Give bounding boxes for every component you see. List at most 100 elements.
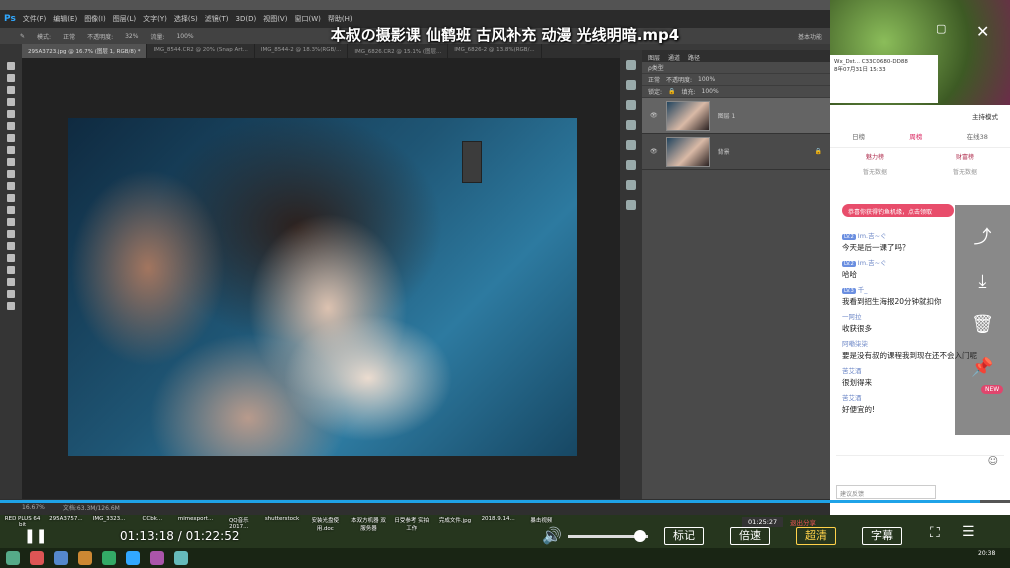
eraser-tool-icon[interactable] (7, 182, 15, 190)
dodge-tool-icon[interactable] (7, 218, 15, 226)
layer-item[interactable]: 👁 背景 🔒 (642, 134, 830, 170)
share-icon[interactable]: ⤴ (974, 223, 992, 249)
move-tool-icon[interactable] (7, 62, 15, 70)
desktop-icon-label[interactable]: 本双方机器 双服务器 (350, 516, 387, 548)
exit-share-button[interactable]: 退出分享 (790, 517, 816, 527)
fullscreen-icon[interactable]: ⛶ (930, 525, 940, 541)
menu-item[interactable]: 3D(D) (236, 15, 257, 23)
desktop-icon-label[interactable]: 295A3757... (47, 516, 84, 548)
marquee-tool-icon[interactable] (7, 74, 15, 82)
desktop-icon-label[interactable]: 2018.9.14... (480, 516, 517, 548)
chat-user[interactable]: Im.吉~ぐ (858, 232, 887, 240)
tab-paths[interactable]: 路径 (688, 53, 700, 62)
gradient-tool-icon[interactable] (7, 194, 15, 202)
tab-daily[interactable]: 日榜 (852, 131, 865, 141)
trash-icon[interactable]: 🗑 (971, 314, 994, 335)
menu-item[interactable]: 窗口(W) (294, 14, 320, 24)
quick-select-tool-icon[interactable] (7, 98, 15, 106)
blend-select[interactable]: 正常 (648, 75, 660, 84)
close-icon[interactable]: ✕ (976, 22, 989, 41)
eyedropper-tool-icon[interactable] (7, 122, 15, 130)
opacity-value[interactable]: 32% (125, 33, 138, 40)
color-icon[interactable] (626, 180, 636, 190)
history-brush-tool-icon[interactable] (7, 170, 15, 178)
doc-tab[interactable]: IMG_8544-2 @ 18.3%(RGB/... (255, 44, 349, 58)
glyphs-icon[interactable] (626, 160, 636, 170)
menu-item[interactable]: 选择(S) (174, 14, 198, 24)
volume-icon[interactable]: 🔊 (542, 526, 562, 545)
canvas-photo[interactable] (68, 118, 577, 456)
type-tool-icon[interactable] (7, 242, 15, 250)
play-icon[interactable] (626, 140, 636, 150)
menu-item[interactable]: 视图(V) (263, 14, 287, 24)
healing-tool-icon[interactable] (7, 134, 15, 142)
menu-item[interactable]: 滤镜(T) (205, 14, 229, 24)
desktop-icon-label[interactable]: 完成文件.jpg (436, 516, 473, 548)
app-icon[interactable] (102, 551, 116, 565)
photoshop-taskbar-icon[interactable] (126, 551, 140, 565)
brush-icon[interactable]: ✎ (20, 33, 25, 40)
app-icon[interactable] (6, 551, 20, 565)
hand-tool-icon[interactable] (7, 278, 15, 286)
subtitle-button[interactable]: 字幕 (862, 527, 902, 545)
menu-item[interactable]: 文字(Y) (143, 14, 167, 24)
menu-item[interactable]: 文件(F) (23, 14, 47, 24)
pause-icon[interactable]: ❚❚ (24, 528, 47, 544)
mark-button[interactable]: 标记 (664, 527, 704, 545)
tab-layers[interactable]: 图层 (648, 53, 660, 62)
visibility-eye-icon[interactable]: 👁 (650, 148, 658, 155)
doc-tab[interactable]: IMG_8544.CR2 @ 20% (Snap Art... (147, 44, 255, 58)
filter-select[interactable]: ρ类型 (648, 63, 664, 72)
download-icon[interactable]: ⤓ (979, 271, 987, 292)
layer-item[interactable]: 👁 图层 1 (642, 98, 830, 134)
fill-value[interactable]: 100% (702, 88, 719, 95)
desktop-icon-label[interactable]: shutterstock (263, 516, 300, 548)
app-icon[interactable] (54, 551, 68, 565)
brush-tool-icon[interactable] (7, 146, 15, 154)
quality-button[interactable]: 超清 (796, 527, 836, 545)
layer-opacity-value[interactable]: 100% (698, 76, 715, 83)
visibility-eye-icon[interactable]: 👁 (650, 112, 658, 119)
actions-icon[interactable] (626, 80, 636, 90)
tab-online[interactable]: 在线38 (967, 131, 988, 141)
promo-banner[interactable]: 恭喜你获得钓鱼机缘，点击领取 (842, 204, 954, 217)
menu-item[interactable]: 编辑(E) (53, 14, 77, 24)
chat-input[interactable]: ☺ (836, 455, 1004, 471)
lock-icon[interactable]: 🔒 (668, 88, 675, 95)
speed-button[interactable]: 倍速 (730, 527, 770, 545)
emoji-icon[interactable]: ☺ (988, 456, 998, 467)
properties-icon[interactable] (626, 100, 636, 110)
pen-tool-icon[interactable] (7, 230, 15, 238)
chat-user[interactable]: 千_ (858, 286, 868, 294)
mode-select[interactable]: 正常 (63, 32, 75, 41)
path-select-tool-icon[interactable] (7, 254, 15, 262)
menu-item[interactable]: 图层(L) (113, 14, 136, 24)
app-icon[interactable] (150, 551, 164, 565)
shape-tool-icon[interactable] (7, 266, 15, 274)
floating-panel[interactable] (462, 141, 482, 183)
history-icon[interactable] (626, 60, 636, 70)
menu-item[interactable]: 帮助(H) (328, 14, 353, 24)
pin-icon[interactable]: 📌 (971, 357, 993, 378)
blur-tool-icon[interactable] (7, 206, 15, 214)
flow-value[interactable]: 100% (176, 33, 193, 40)
chat-user[interactable]: Im.吉~ぐ (858, 259, 887, 267)
doc-tab[interactable]: IMG_6826-2 @ 13.8%(RGB/... (448, 44, 542, 58)
app-icon[interactable] (30, 551, 44, 565)
app-icon[interactable] (78, 551, 92, 565)
swatches-icon[interactable] (626, 200, 636, 210)
doc-tab[interactable]: IMG_6826.CR2 @ 15.1% (图层... (348, 44, 449, 58)
host-mode-label[interactable]: 主持模式 (830, 105, 1010, 125)
restore-icon[interactable]: ▢ (936, 22, 946, 35)
desktop-icon-label[interactable]: 日受参考 实拍工作 (393, 516, 430, 548)
color-swatch-icon[interactable] (7, 302, 15, 310)
paragraph-icon[interactable] (626, 120, 636, 130)
stamp-tool-icon[interactable] (7, 158, 15, 166)
menu-item[interactable]: 图像(I) (84, 14, 106, 24)
suggest-feedback[interactable]: 建议反馈 (836, 485, 936, 499)
volume-knob[interactable] (634, 530, 646, 542)
app-icon[interactable] (174, 551, 188, 565)
tab-channels[interactable]: 通道 (668, 53, 680, 62)
zoom-tool-icon[interactable] (7, 290, 15, 298)
lasso-tool-icon[interactable] (7, 86, 15, 94)
